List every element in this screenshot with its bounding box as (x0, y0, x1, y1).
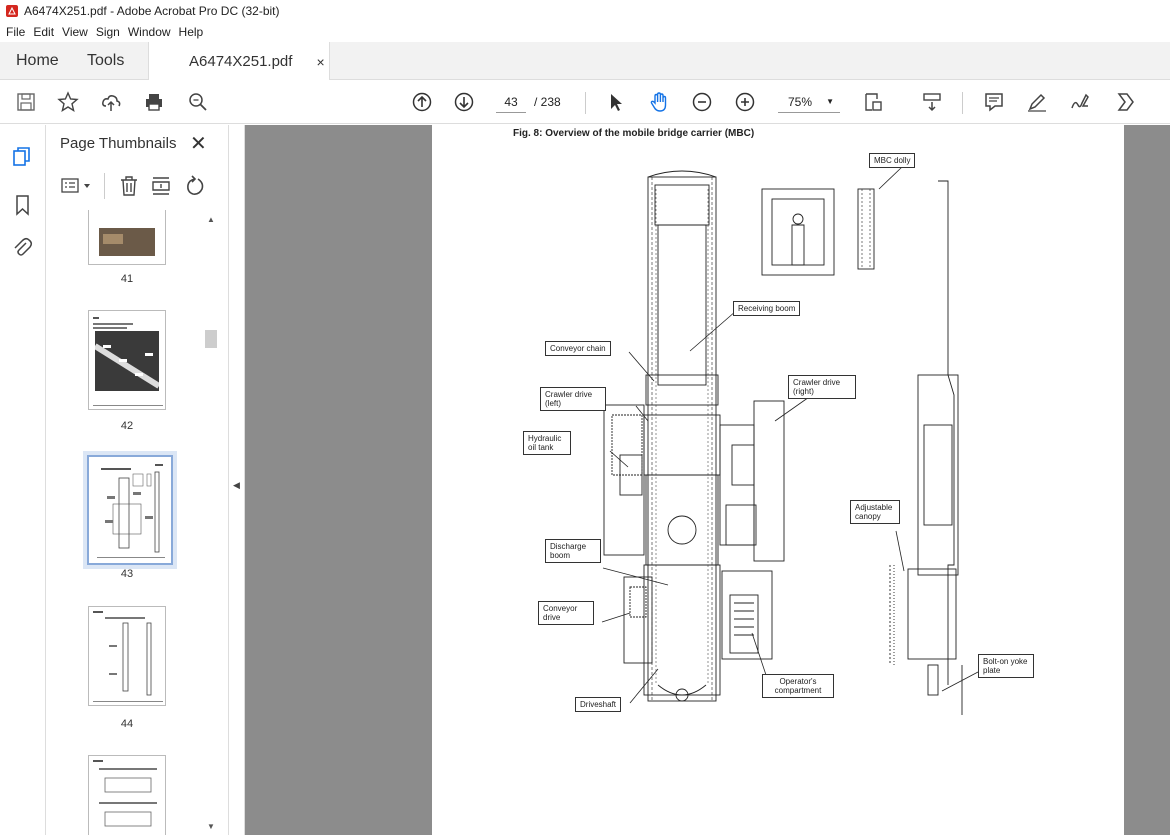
callout-receiving-boom: Receiving boom (733, 301, 801, 316)
menu-bar: File Edit View Sign Window Help (0, 22, 1170, 42)
zoom-search-icon[interactable] (186, 90, 210, 114)
callout-conveyor-chain: Conveyor chain (545, 341, 611, 356)
pdf-page: Fig. 8: Overview of the mobile bridge ca… (432, 125, 1124, 835)
rotate-icon[interactable] (184, 175, 206, 197)
callout-operators-compartment: Operator's compartment (762, 674, 834, 698)
thumbnail-image (103, 234, 123, 244)
previous-page-icon[interactable] (410, 90, 434, 114)
chevron-left-icon[interactable]: ◀ (233, 480, 240, 491)
mbc-technical-drawing (601, 166, 979, 715)
callout-driveshaft: Driveshaft (575, 697, 622, 712)
thumbnail-page-42[interactable] (88, 310, 166, 410)
left-navigation-rail (0, 125, 46, 835)
window-title: A6474X251.pdf - Adobe Acrobat Pro DC (32… (24, 4, 280, 18)
page-fit-icon[interactable] (862, 90, 886, 114)
share-icon[interactable] (1113, 90, 1137, 114)
thumbnail-text (93, 317, 99, 319)
callout-crawler-drive-right: Crawler drive (right) (788, 375, 856, 399)
tab-close-button[interactable]: × (316, 54, 324, 70)
thumbnail-text (93, 327, 127, 329)
tab-document[interactable]: A6474X251.pdf × (148, 42, 330, 81)
upload-cloud-icon[interactable] (99, 90, 123, 114)
panel-divider (104, 173, 105, 199)
toolbar: 43 / 238 75% ▼ (0, 80, 1170, 124)
thumbnail-options-button[interactable] (60, 175, 96, 197)
thumbnail-label: 43 (120, 568, 134, 580)
thumbnail-page-41[interactable] (88, 210, 166, 265)
acrobat-icon (6, 5, 18, 17)
thumbnail-page-45[interactable] (88, 755, 166, 835)
hand-tool-icon[interactable] (647, 90, 671, 114)
callout-bolt-on-yoke-plate: Bolt-on yoke plate (978, 654, 1034, 678)
page-number-input[interactable]: 43 (496, 91, 526, 113)
next-page-icon[interactable] (452, 90, 476, 114)
callout-hydraulic-oil-tank: Hydraulic oil tank (523, 431, 571, 455)
panel-title: Page Thumbnails (60, 135, 177, 152)
scroll-mode-icon[interactable] (920, 90, 944, 114)
callout-conveyor-drive: Conveyor drive (538, 601, 594, 625)
delete-icon[interactable] (118, 175, 140, 197)
select-cursor-icon[interactable] (604, 90, 628, 114)
close-icon[interactable]: ✕ (190, 131, 207, 156)
thumbnail-list[interactable]: 41 42 43 44 (46, 210, 211, 835)
document-viewer[interactable]: Fig. 8: Overview of the mobile bridge ca… (245, 125, 1170, 835)
zoom-level-select[interactable]: 75% ▼ (778, 91, 840, 113)
menu-sign[interactable]: Sign (96, 25, 120, 39)
callout-mbc-dolly: MBC dolly (869, 153, 916, 168)
thumbnail-page-44[interactable] (88, 606, 166, 706)
title-bar: A6474X251.pdf - Adobe Acrobat Pro DC (32… (0, 0, 1170, 22)
zoom-in-icon[interactable] (733, 90, 757, 114)
attachments-icon[interactable] (11, 235, 33, 259)
thumbnail-text (93, 323, 133, 325)
tab-home[interactable]: Home (16, 42, 59, 80)
bookmarks-icon[interactable] (12, 193, 34, 217)
zoom-out-icon[interactable] (690, 90, 714, 114)
tab-document-label: A6474X251.pdf (189, 53, 293, 70)
save-icon[interactable] (14, 90, 38, 114)
callout-adjustable-canopy: Adjustable canopy (850, 500, 900, 524)
page-thumbnails-icon[interactable] (10, 145, 34, 169)
thumbnail-label: 41 (120, 273, 134, 285)
toolbar-divider (962, 92, 963, 114)
insert-page-icon[interactable] (150, 175, 172, 197)
page-total: / 238 (534, 95, 561, 109)
thumbnail-label: 44 (120, 718, 134, 730)
comment-icon[interactable] (982, 90, 1006, 114)
panel-collapse-handle[interactable]: ◀ (229, 125, 245, 835)
thumbnail-label: 42 (120, 420, 134, 432)
thumbnails-panel: Page Thumbnails ✕ 41 42 43 44 ▲ ▼ (46, 125, 229, 835)
menu-view[interactable]: View (62, 25, 88, 39)
bookmark-star-icon[interactable] (56, 90, 80, 114)
chevron-down-icon: ▼ (826, 97, 834, 106)
callout-crawler-drive-left: Crawler drive (left) (540, 387, 606, 411)
thumbnail-scrollbar[interactable]: ▲ ▼ (204, 210, 218, 835)
thumbnail-footer (93, 405, 163, 406)
menu-window[interactable]: Window (128, 25, 171, 39)
callout-discharge-boom: Discharge boom (545, 539, 601, 563)
menu-help[interactable]: Help (179, 25, 204, 39)
scroll-up-icon[interactable]: ▲ (207, 215, 215, 224)
highlight-pen-icon[interactable] (1025, 90, 1049, 114)
toolbar-divider (585, 92, 586, 114)
sign-icon[interactable] (1068, 90, 1092, 114)
tab-bar: Home Tools A6474X251.pdf × (0, 42, 1170, 81)
thumbnail-page-43[interactable] (83, 451, 177, 569)
thumbnail-image (93, 331, 161, 391)
thumbnail-page-body (93, 460, 169, 562)
tab-tools[interactable]: Tools (87, 42, 124, 80)
menu-edit[interactable]: Edit (33, 25, 54, 39)
print-icon[interactable] (142, 90, 166, 114)
zoom-level-value: 75% (788, 95, 813, 109)
menu-file[interactable]: File (6, 25, 25, 39)
scroll-down-icon[interactable]: ▼ (207, 822, 215, 831)
scrollbar-thumb[interactable] (205, 330, 217, 348)
